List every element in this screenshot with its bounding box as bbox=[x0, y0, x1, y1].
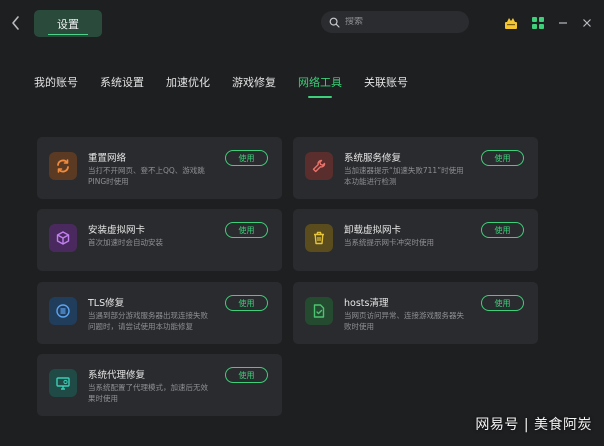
use-button-hosts-cleanup[interactable]: 使用 bbox=[481, 295, 524, 311]
tool-description: 首次加速时会自动安装 bbox=[88, 238, 163, 247]
close-icon bbox=[583, 19, 591, 27]
tool-card-tls-repair: TLS修复 当遇到部分游戏服务器出现连接失败问题时，请尝试使用本功能修复 使用 bbox=[37, 282, 282, 344]
tool-card-install-virtual-nic: 安装虚拟网卡 首次加速时会自动安装 使用 bbox=[37, 209, 282, 271]
list-circle-icon bbox=[49, 297, 77, 325]
settings-title-tab[interactable]: 设置 bbox=[34, 10, 102, 37]
tab-my-account[interactable]: 我的账号 bbox=[34, 74, 78, 98]
monitor-icon bbox=[49, 369, 77, 397]
tool-card-hosts-cleanup: hosts清理 当网页访问异常、连接游戏服务器失败时使用 使用 bbox=[293, 282, 538, 344]
use-button-tls-repair[interactable]: 使用 bbox=[225, 295, 268, 311]
refresh-icon bbox=[49, 152, 77, 180]
wrench-icon bbox=[305, 152, 333, 180]
use-button-reset-network[interactable]: 使用 bbox=[225, 150, 268, 166]
use-button-install-virtual-nic[interactable]: 使用 bbox=[225, 222, 268, 238]
tab-linked-accounts[interactable]: 关联账号 bbox=[364, 74, 408, 98]
tool-title: 系统服务修复 bbox=[344, 153, 402, 164]
tool-title: TLS修复 bbox=[88, 298, 125, 309]
watermark-text: 网易号 | 美食阿炭 bbox=[475, 417, 592, 433]
tool-description: 当系统配置了代理模式，加速后无效果时使用 bbox=[88, 383, 208, 403]
search-box[interactable] bbox=[321, 11, 469, 33]
tab-network-tools[interactable]: 网络工具 bbox=[298, 74, 342, 98]
tool-title: 卸载虚拟网卡 bbox=[344, 225, 402, 236]
trash-icon bbox=[305, 224, 333, 252]
close-button[interactable] bbox=[580, 15, 594, 29]
tool-title: 重置网络 bbox=[88, 153, 127, 164]
tool-description: 当系统提示网卡冲突时使用 bbox=[344, 238, 434, 247]
tool-title: 安装虚拟网卡 bbox=[88, 225, 146, 236]
tool-title: 系统代理修复 bbox=[88, 370, 146, 381]
minimize-icon bbox=[559, 22, 567, 24]
tool-description: 当加速器提示“加速失败711”时使用本功能进行检测 bbox=[344, 166, 464, 186]
minimize-button[interactable] bbox=[556, 15, 570, 29]
file-check-icon bbox=[305, 297, 333, 325]
tool-description: 当网页访问异常、连接游戏服务器失败时使用 bbox=[344, 311, 464, 331]
use-button-uninstall-virtual-nic[interactable]: 使用 bbox=[481, 222, 524, 238]
grid-apps-icon[interactable] bbox=[531, 15, 545, 29]
back-button[interactable] bbox=[9, 14, 23, 32]
tab-game-repair[interactable]: 游戏修复 bbox=[232, 74, 276, 98]
chevron-left-icon bbox=[12, 16, 19, 30]
use-button-system-service-repair[interactable]: 使用 bbox=[481, 150, 524, 166]
gift-box-icon[interactable] bbox=[504, 15, 518, 29]
tab-acceleration[interactable]: 加速优化 bbox=[166, 74, 210, 98]
tool-card-system-service-repair: 系统服务修复 当加速器提示“加速失败711”时使用本功能进行检测 使用 bbox=[293, 137, 538, 199]
search-icon bbox=[329, 17, 340, 28]
tool-card-system-proxy-repair: 系统代理修复 当系统配置了代理模式，加速后无效果时使用 使用 bbox=[37, 354, 282, 416]
tool-card-reset-network: 重置网络 当打不开网页、登不上QQ、游戏跳PING时使用 使用 bbox=[37, 137, 282, 199]
tab-system-settings[interactable]: 系统设置 bbox=[100, 74, 144, 98]
settings-window: 设置 我的账号 系统设置 bbox=[0, 0, 604, 446]
cube-icon bbox=[49, 224, 77, 252]
settings-title-label: 设置 bbox=[57, 17, 79, 31]
tool-title: hosts清理 bbox=[344, 298, 389, 309]
search-input[interactable] bbox=[345, 17, 455, 27]
tool-description: 当打不开网页、登不上QQ、游戏跳PING时使用 bbox=[88, 166, 205, 186]
tool-description: 当遇到部分游戏服务器出现连接失败问题时，请尝试使用本功能修复 bbox=[88, 311, 208, 331]
settings-nav: 我的账号 系统设置 加速优化 游戏修复 网络工具 关联账号 bbox=[34, 74, 430, 98]
use-button-system-proxy-repair[interactable]: 使用 bbox=[225, 367, 268, 383]
tool-card-uninstall-virtual-nic: 卸载虚拟网卡 当系统提示网卡冲突时使用 使用 bbox=[293, 209, 538, 271]
